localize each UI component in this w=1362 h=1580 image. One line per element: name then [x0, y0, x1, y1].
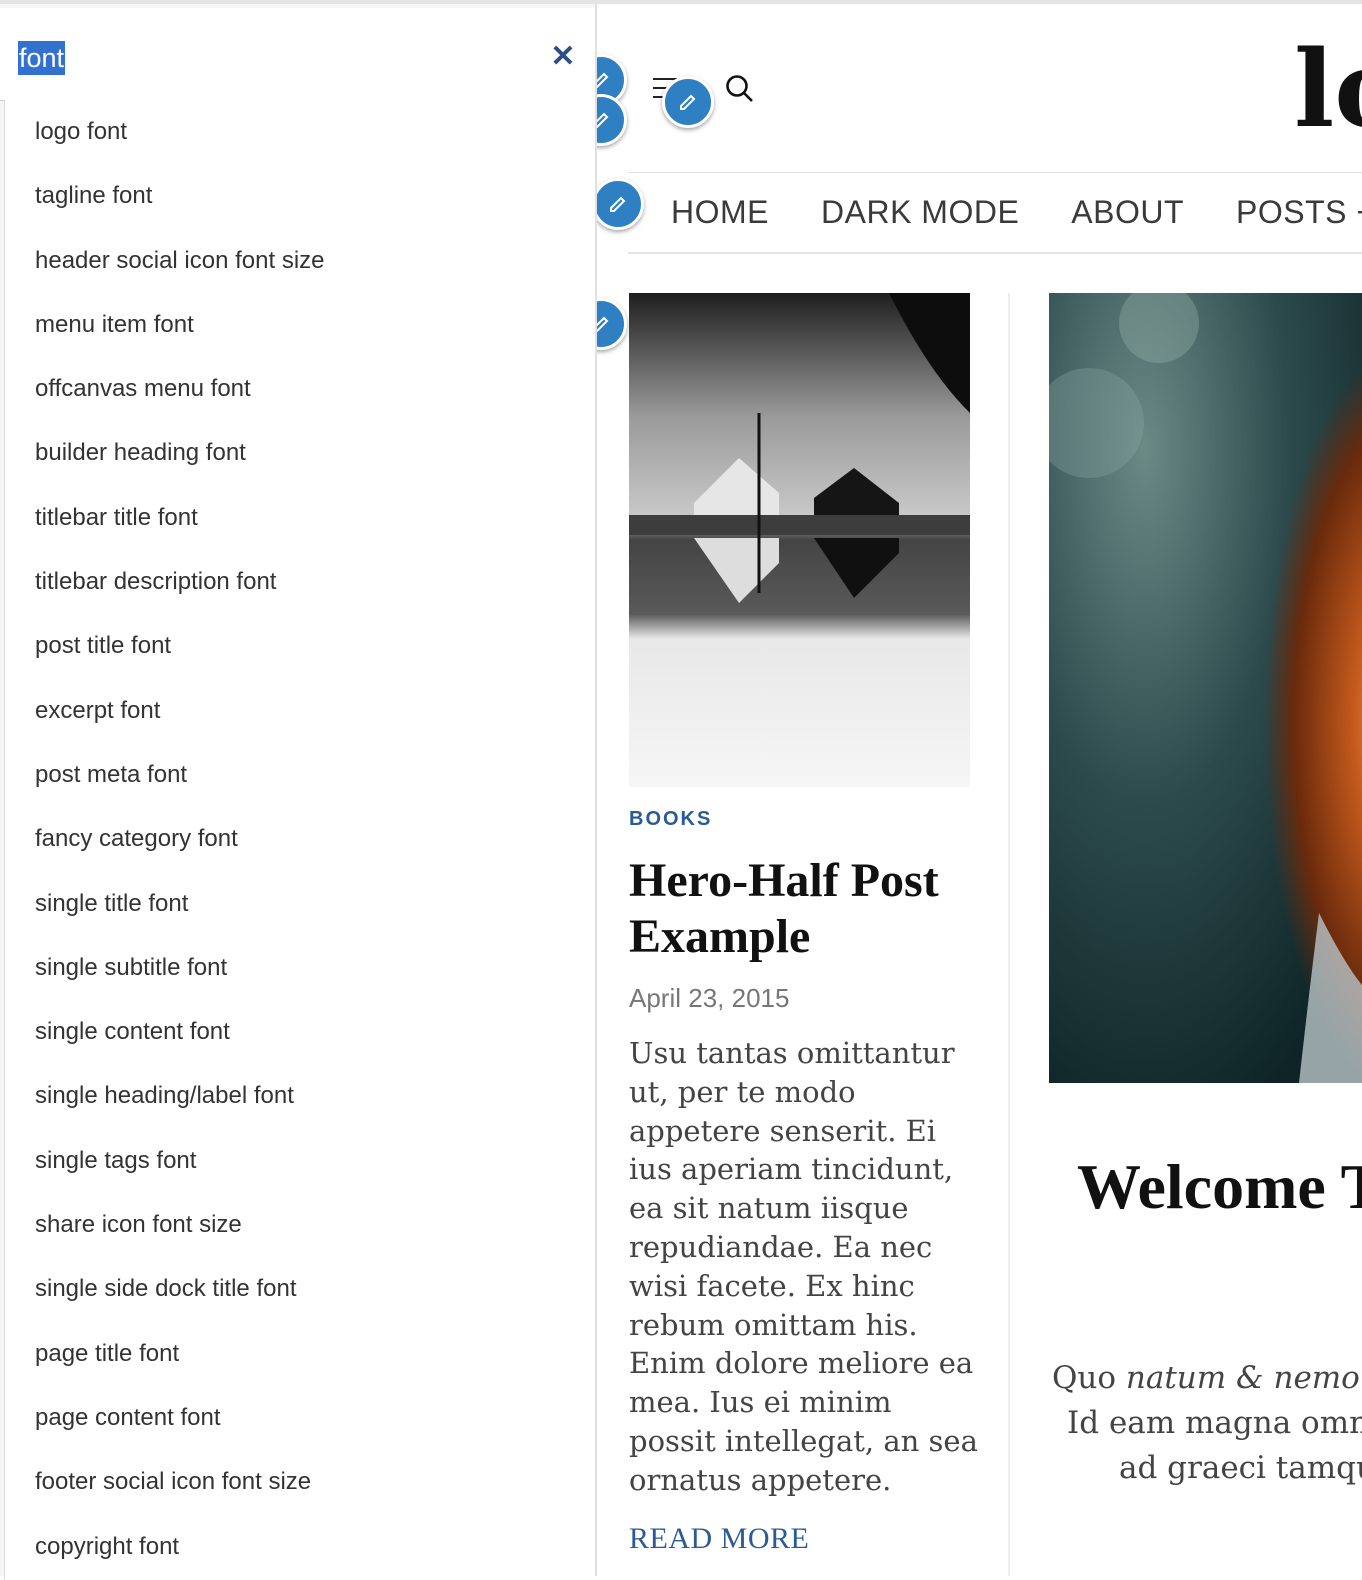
preview-top-border: [597, 0, 1362, 4]
search-result-item[interactable]: post title font: [5, 614, 595, 678]
nav-about[interactable]: ABOUT: [1071, 190, 1184, 234]
site-logo[interactable]: lo: [1294, 24, 1362, 154]
post-title-welcome[interactable]: Welcome T: [1077, 1150, 1362, 1224]
search-result-item[interactable]: menu item font: [5, 293, 595, 357]
search-result-item[interactable]: single heading/label font: [5, 1064, 595, 1128]
search-result-item[interactable]: single side dock title font: [5, 1257, 595, 1321]
nav-border: [628, 172, 1362, 173]
search-result-item[interactable]: titlebar title font: [5, 486, 595, 550]
edit-pencil-icon[interactable]: [597, 178, 644, 230]
search-result-item[interactable]: logo font: [5, 100, 595, 164]
search-result-item[interactable]: titlebar description font: [5, 550, 595, 614]
edit-pencil-icon[interactable]: [597, 94, 627, 146]
read-more-link[interactable]: READ MORE: [629, 1522, 809, 1556]
post-quote-line: ad graeci tamqua: [1119, 1450, 1362, 1486]
search-icon[interactable]: [725, 74, 755, 104]
post-category[interactable]: BOOKS: [629, 808, 712, 831]
nav-border: [628, 252, 1362, 254]
column-divider: [1008, 293, 1010, 1576]
search-result-item[interactable]: header social icon font size: [5, 229, 595, 293]
main-nav: HOME DARK MODE ABOUT POSTS +: [671, 190, 1362, 236]
search-input[interactable]: font: [18, 41, 66, 75]
search-result-item[interactable]: excerpt font: [5, 679, 595, 743]
search-results-list: logo font tagline font header social icon …: [4, 100, 595, 1580]
search-result-item[interactable]: tagline font: [5, 164, 595, 228]
search-result-item[interactable]: offcanvas menu font: [5, 357, 595, 421]
search-result-item[interactable]: single content font: [5, 1000, 595, 1064]
search-result-item[interactable]: single tags font: [5, 1129, 595, 1193]
post-excerpt: Usu tantas omittantur ut, per te modo ap…: [629, 1036, 978, 1497]
search-result-item[interactable]: fancy category font: [5, 807, 595, 871]
search-result-item[interactable]: copyright font: [5, 1515, 595, 1579]
site-preview: lo HOME DARK MODE ABOUT POSTS +: [597, 0, 1362, 1576]
post-quote-line: Id eam magna omnes: [1067, 1405, 1362, 1441]
customizer-panel: font ✕ logo font tagline font header socia…: [0, 0, 597, 1580]
search-result-item[interactable]: page content font: [5, 1386, 595, 1450]
search-bar[interactable]: font ✕: [0, 8, 595, 101]
search-result-item[interactable]: single title font: [5, 872, 595, 936]
search-result-item[interactable]: post meta font: [5, 743, 595, 807]
quote-text: Quo: [1052, 1360, 1126, 1396]
quote-italic-text: natum & nemore: [1125, 1360, 1362, 1396]
search-result-item[interactable]: single subtitle font: [5, 936, 595, 1000]
close-icon[interactable]: ✕: [548, 42, 578, 72]
nav-dark-mode[interactable]: DARK MODE: [821, 190, 1019, 234]
post-date: April 23, 2015: [629, 983, 790, 1013]
search-result-item[interactable]: builder heading font: [5, 421, 595, 485]
hero-image[interactable]: [1049, 293, 1362, 1083]
search-result-item[interactable]: page title font: [5, 1322, 595, 1386]
edit-pencil-icon[interactable]: [662, 76, 714, 128]
nav-home[interactable]: HOME: [671, 190, 769, 234]
edit-pencil-icon[interactable]: [597, 298, 627, 350]
post-title[interactable]: Hero-Half Post Example: [629, 853, 974, 965]
post-quote-line: Quo natum & nemore: [1052, 1360, 1362, 1396]
post-thumbnail-image[interactable]: [629, 293, 970, 787]
search-result-item[interactable]: share icon font size: [5, 1193, 595, 1257]
nav-posts[interactable]: POSTS +: [1236, 190, 1362, 234]
search-result-item[interactable]: footer social icon font size: [5, 1450, 595, 1514]
